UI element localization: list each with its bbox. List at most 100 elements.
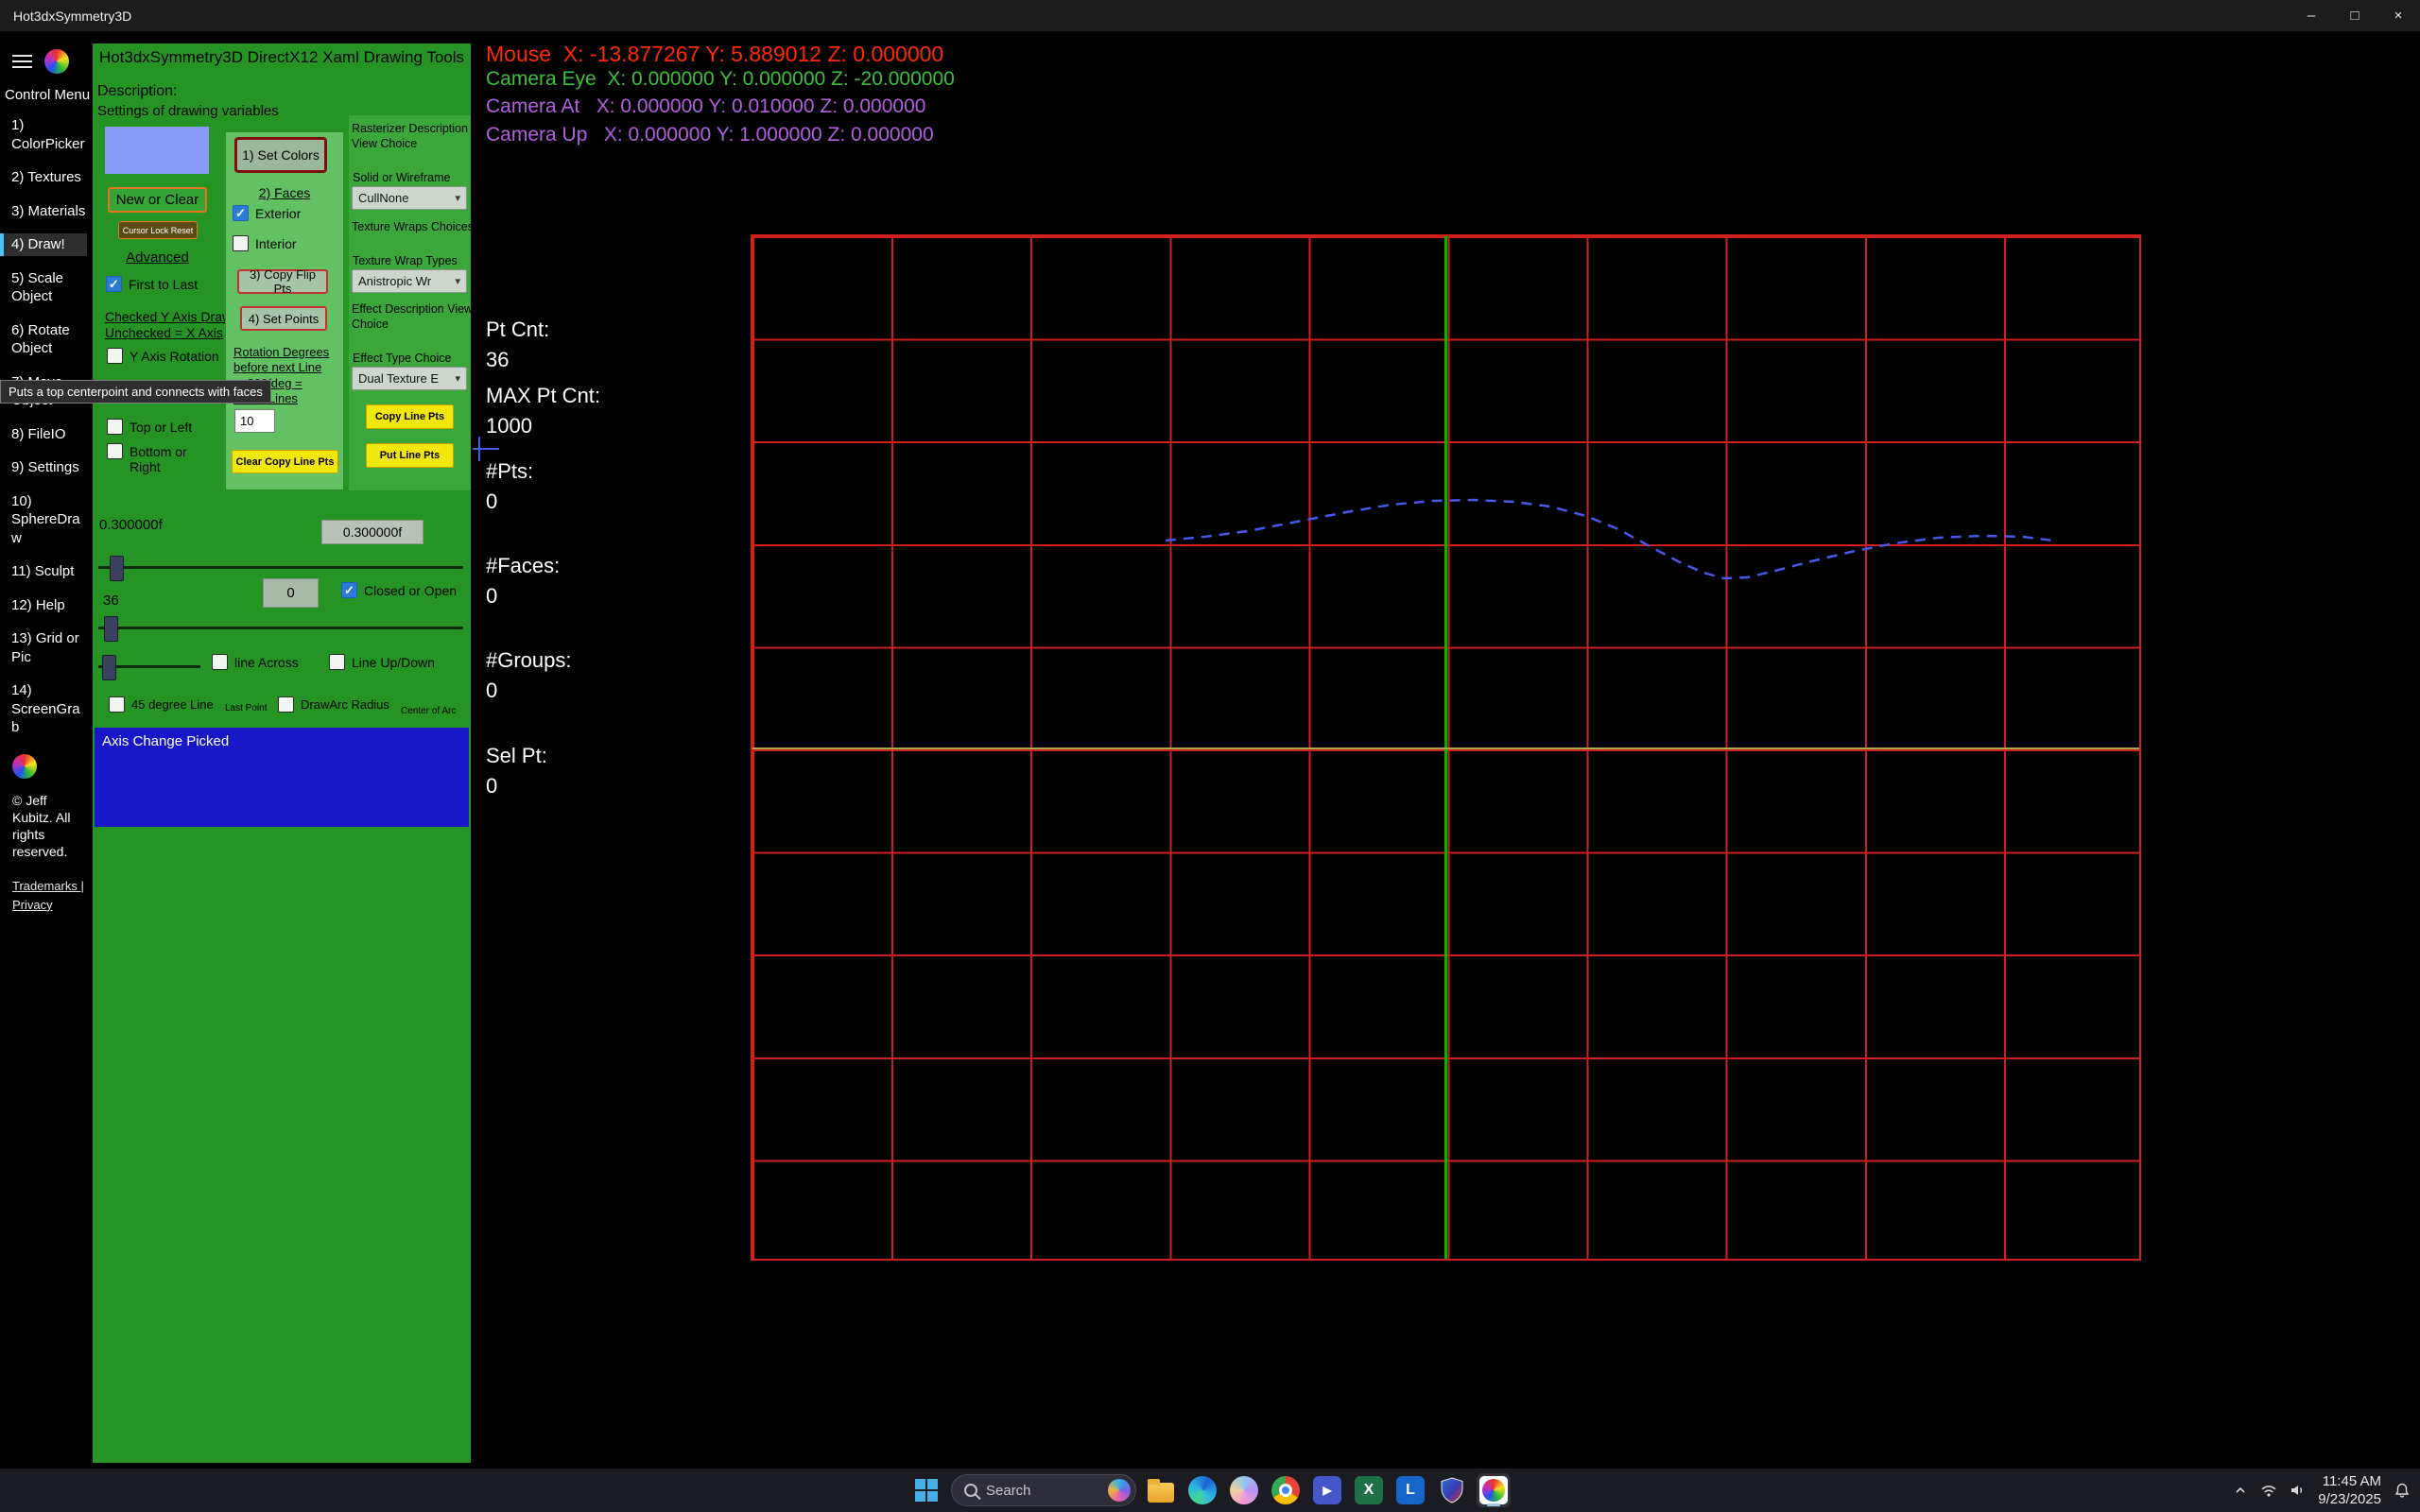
exterior-checkbox[interactable] — [233, 205, 249, 221]
top-or-left-label: Top or Left — [130, 419, 192, 435]
exterior-label: Exterior — [255, 205, 301, 221]
camera-up-readout: Camera Up X: 0.000000 Y: 1.000000 Z: 0.0… — [486, 124, 934, 146]
line-across-checkbox[interactable] — [212, 654, 228, 670]
stat-value: 0 — [486, 776, 547, 797]
drawing-grid-canvas[interactable] — [751, 234, 2141, 1261]
sidebar-item-scale-object[interactable]: 5) Scale Object — [0, 267, 87, 308]
excel-icon[interactable]: X — [1352, 1473, 1386, 1507]
interior-checkbox[interactable] — [233, 235, 249, 251]
cursor-lock-reset-button[interactable]: Cursor Lock Reset — [118, 221, 198, 239]
line-slider[interactable] — [98, 665, 200, 668]
trademarks-link[interactable]: Trademarks | — [12, 879, 84, 893]
notification-bell-icon[interactable] — [2394, 1482, 2411, 1499]
deg45-line-label: 45 degree Line — [131, 696, 214, 712]
y-axis-note-line1: Checked Y Axis Draw — [105, 309, 232, 324]
thickness-slider[interactable] — [98, 566, 463, 569]
stat-pts: #Pts: 0 — [486, 461, 533, 512]
cursor-crosshair — [478, 437, 480, 461]
top-or-left-checkbox[interactable] — [107, 419, 123, 435]
cull-mode-dropdown[interactable]: CullNone ▾ — [352, 186, 467, 210]
line-up-down-checkbox[interactable] — [329, 654, 345, 670]
y-axis-note-line2: Unchecked = X Axis — [105, 325, 223, 340]
stat-faces: #Faces: 0 — [486, 556, 560, 607]
copy-flip-pts-button[interactable]: 3) Copy Flip Pts — [237, 269, 328, 294]
texture-wrap-dropdown[interactable]: Anistropic Wr ▾ — [352, 269, 467, 293]
security-shield-icon[interactable] — [1435, 1473, 1469, 1507]
network-wifi-icon[interactable] — [2260, 1483, 2277, 1498]
sidebar-item-sculpt[interactable]: 11) Sculpt — [0, 560, 87, 583]
hamburger-menu-icon[interactable] — [12, 55, 32, 68]
copilot-icon[interactable] — [1227, 1473, 1261, 1507]
bottom-or-right-label: Bottom or Right — [130, 443, 213, 474]
minimize-button[interactable]: – — [2290, 0, 2333, 31]
chrome-icon[interactable] — [1269, 1473, 1303, 1507]
sidebar-item-textures[interactable]: 2) Textures — [0, 166, 87, 189]
app-logo-icon — [44, 49, 69, 74]
closed-or-open-label: Closed or Open — [364, 582, 457, 598]
y-axis-rotation-checkbox[interactable] — [107, 348, 123, 364]
taskbar-search[interactable]: Search — [951, 1474, 1136, 1506]
mouse-coords-readout: Mouse X: -13.877267 Y: 5.889012 Z: 0.000… — [486, 42, 943, 67]
edge-icon[interactable] — [1185, 1473, 1219, 1507]
slider-thumb[interactable] — [104, 616, 118, 642]
sidebar-item-screengrab[interactable]: 14) ScreenGrab — [0, 679, 87, 739]
maximize-button[interactable]: □ — [2333, 0, 2377, 31]
slider-thumb[interactable] — [102, 655, 116, 680]
close-button[interactable]: × — [2377, 0, 2420, 31]
drawing-tools-panel: Hot3dxSymmetry3D DirectX12 Xaml Drawing … — [93, 43, 471, 1463]
file-explorer-icon[interactable] — [1144, 1473, 1178, 1507]
sidebar-item-rotate-object[interactable]: 6) Rotate Object — [0, 319, 87, 360]
effect-type-dropdown[interactable]: Dual Texture E ▾ — [352, 367, 467, 390]
sidebar-item-materials[interactable]: 3) Materials — [0, 200, 87, 223]
advanced-link[interactable]: Advanced — [108, 249, 207, 266]
sidebar-item-spheredraw[interactable]: 10) SphereDraw — [0, 490, 87, 550]
color-swatch[interactable] — [105, 127, 209, 174]
tray-chevron-up-icon[interactable] — [2233, 1483, 2248, 1498]
hot3dx-app-icon[interactable] — [1477, 1473, 1511, 1507]
sidebar-item-settings[interactable]: 9) Settings — [0, 456, 87, 479]
rotation-degrees-input[interactable]: 10 — [234, 409, 275, 433]
set-colors-button[interactable]: 1) Set Colors — [234, 137, 327, 173]
description-label: Description: — [97, 83, 177, 100]
privacy-link[interactable]: Privacy — [12, 898, 53, 912]
stat-label: MAX Pt Cnt: — [486, 386, 600, 406]
slider-thumb[interactable] — [110, 556, 124, 581]
copy-line-pts-button[interactable]: Copy Line Pts — [366, 404, 454, 429]
axis-change-banner: Axis Change Picked — [95, 728, 469, 827]
bottom-or-right-checkbox[interactable] — [107, 443, 123, 459]
description-subtitle: Settings of drawing variables — [97, 103, 279, 119]
volume-icon[interactable] — [2290, 1483, 2306, 1498]
clock-time: 11:45 AM — [2318, 1472, 2381, 1491]
clear-copy-line-pts-button[interactable]: Clear Copy Line Pts — [232, 450, 338, 473]
closed-or-open-checkbox[interactable] — [341, 582, 357, 598]
draw-arc-radius-checkbox[interactable] — [278, 696, 294, 713]
cull-mode-value: CullNone — [358, 191, 408, 205]
stat-sel-pt: Sel Pt: 0 — [486, 746, 547, 797]
tooltip: Puts a top centerpoint and connects with… — [0, 380, 271, 404]
first-to-last-checkbox[interactable] — [106, 276, 122, 292]
clock[interactable]: 11:45 AM 9/23/2025 — [2318, 1472, 2381, 1509]
sidebar-item-draw[interactable]: 4) Draw! — [0, 233, 87, 256]
l-app-icon[interactable]: L — [1393, 1473, 1427, 1507]
set-points-button[interactable]: 4) Set Points — [240, 306, 327, 331]
slider1-value-box[interactable]: 0.300000f — [321, 520, 424, 544]
chevron-down-icon: ▾ — [455, 192, 460, 204]
line-across-label: line Across — [234, 654, 299, 670]
sidebar-item-colorpicker[interactable]: 1) ColorPicker — [0, 114, 87, 155]
sidebar: Control Menu 1) ColorPicker 2) Textures … — [0, 31, 93, 1469]
sidebar-item-help[interactable]: 12) Help — [0, 594, 87, 617]
deg45-line-checkbox[interactable] — [109, 696, 125, 713]
y-axis-rotation-label: Y Axis Rotation — [130, 348, 219, 364]
count-slider[interactable] — [98, 627, 463, 629]
points-value-box[interactable]: 0 — [263, 578, 319, 608]
put-line-pts-button[interactable]: Put Line Pts — [366, 443, 454, 468]
stat-max-pt-cnt: MAX Pt Cnt: 1000 — [486, 386, 600, 437]
new-or-clear-button[interactable]: New or Clear — [108, 187, 207, 213]
media-app-icon[interactable]: ▶ — [1310, 1473, 1344, 1507]
sidebar-item-fileio[interactable]: 8) FileIO — [0, 423, 87, 446]
rasterizer-note-line2: View Choice — [352, 137, 417, 150]
slider1-label: 0.300000f — [99, 517, 163, 533]
sidebar-item-grid-or-pic[interactable]: 13) Grid or Pic — [0, 627, 87, 668]
start-button[interactable] — [909, 1473, 943, 1507]
first-to-last-label: First to Last — [129, 276, 198, 292]
